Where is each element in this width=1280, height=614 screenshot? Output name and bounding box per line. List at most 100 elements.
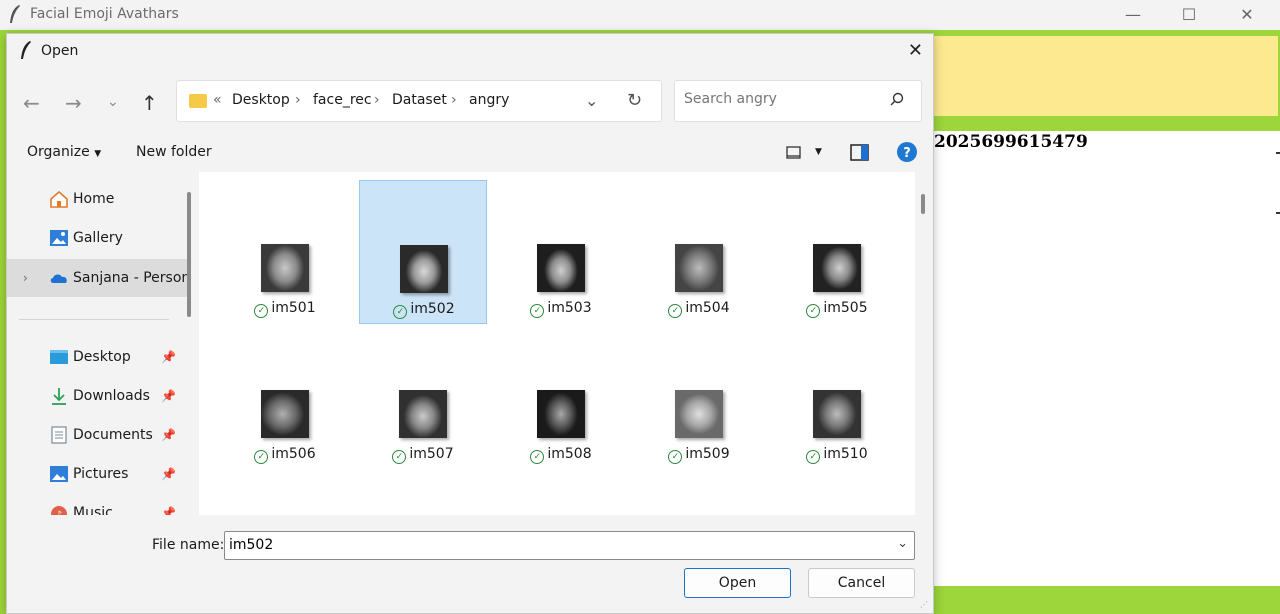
breadcrumb-desktop[interactable]: Desktop [232, 92, 290, 108]
file-list-scrollbar[interactable] [921, 194, 925, 214]
file-list: ✓ im501 ✓ im502 ✓ im503 ✓ im504 ✓ im505 ✓ im50… [199, 172, 915, 515]
file-name: ✓ im508 [497, 446, 625, 464]
new-folder-button[interactable]: New folder [136, 144, 212, 160]
sidebar-item-pictures[interactable]: Pictures 📌 [7, 455, 187, 493]
resize-grip-icon[interactable]: ⋰ [920, 600, 930, 610]
view-dropdown-icon[interactable]: ▼ [815, 147, 822, 157]
download-icon [52, 388, 66, 405]
file-name: ✓ im506 [221, 446, 349, 464]
sync-check-icon: ✓ [668, 304, 683, 318]
home-icon [50, 190, 68, 208]
organize-label: Organize [27, 144, 90, 160]
dialog-close-button[interactable]: ✕ [908, 40, 923, 61]
sidebar-item-label: Sanjana - Person [73, 270, 191, 286]
file-name-text: im507 [409, 446, 454, 462]
image-thumbnail [675, 244, 723, 292]
breadcrumb-dataset[interactable]: Dataset [392, 92, 447, 108]
pin-icon[interactable]: 📌 [161, 467, 176, 481]
toolbar: Organize ▼ New folder ▼ ? [7, 134, 933, 172]
sidebar-scrollbar[interactable] [187, 192, 191, 317]
breadcrumb-separator: › [451, 92, 457, 108]
image-thumbnail [400, 245, 448, 293]
caret-down-icon: ▼ [94, 149, 102, 159]
pin-icon[interactable]: 📌 [161, 428, 176, 442]
file-item[interactable]: ✓ im504 [635, 180, 763, 324]
file-name-input[interactable] [229, 537, 869, 553]
help-icon[interactable]: ? [896, 141, 918, 163]
refresh-icon[interactable]: ↻ [627, 90, 642, 111]
close-button[interactable]: ✕ [1218, 0, 1276, 28]
organize-button[interactable]: Organize ▼ [27, 144, 101, 160]
sidebar-item-music[interactable]: ♪ Music 📌 [7, 494, 187, 515]
forward-arrow-icon[interactable]: → [65, 91, 82, 115]
view-icon[interactable] [785, 145, 803, 161]
up-arrow-icon[interactable]: ↑ [141, 91, 158, 115]
search-box[interactable] [674, 80, 922, 122]
address-bar[interactable]: « Desktop › face_rec › Dataset › angry ⌄… [176, 80, 662, 122]
image-thumbnail [813, 390, 861, 438]
back-arrow-icon[interactable]: ← [23, 91, 40, 115]
sidebar-item-documents[interactable]: Documents 📌 [7, 416, 187, 454]
minimize-button[interactable]: — [1104, 0, 1162, 28]
chevron-down-icon[interactable]: ⌄ [897, 536, 908, 551]
pin-icon[interactable]: 📌 [161, 389, 176, 403]
sidebar-item-label: Desktop [73, 349, 131, 365]
folder-icon [189, 94, 207, 108]
sync-check-icon: ✓ [254, 304, 269, 318]
file-item[interactable]: ✓ im506 [221, 326, 349, 470]
edge-mark [1276, 212, 1280, 214]
file-item[interactable]: ✓ im508 [497, 326, 625, 470]
file-item[interactable]: ✓ im505 [773, 180, 901, 324]
file-name-combobox[interactable]: ⌄ [224, 531, 915, 560]
sync-check-icon: ✓ [254, 450, 269, 464]
preview-pane-icon[interactable] [850, 144, 870, 162]
sidebar-item-desktop[interactable]: Desktop 📌 [7, 338, 187, 376]
file-name: ✓ im505 [773, 300, 901, 318]
pin-icon[interactable]: 📌 [161, 350, 176, 364]
sidebar-item-label: Gallery [73, 230, 123, 246]
image-thumbnail [261, 390, 309, 438]
image-thumbnail [537, 244, 585, 292]
sync-check-icon: ✓ [530, 450, 545, 464]
open-button[interactable]: Open [684, 568, 791, 598]
file-item[interactable]: ✓ im503 [497, 180, 625, 324]
sidebar-item-onedrive[interactable]: › Sanjana - Person [7, 259, 191, 297]
file-item[interactable]: ✓ im501 [221, 180, 349, 324]
image-thumbnail [261, 244, 309, 292]
file-item[interactable]: ✓ im509 [635, 326, 763, 470]
file-item[interactable]: ✓ im510 [773, 326, 901, 470]
sidebar-item-downloads[interactable]: Downloads 📌 [7, 377, 187, 415]
file-name-text: im506 [271, 446, 316, 462]
search-icon[interactable] [889, 91, 905, 107]
app-output-panel [932, 131, 1280, 586]
address-dropdown-icon[interactable]: ⌄ [585, 91, 598, 110]
onedrive-icon [50, 274, 67, 283]
maximize-button[interactable]: ☐ [1160, 0, 1218, 28]
address-overflow[interactable]: « [213, 92, 222, 108]
expand-chevron-icon[interactable]: › [23, 271, 28, 285]
file-item[interactable]: ✓ im507 [359, 326, 487, 470]
breadcrumb-face-rec[interactable]: face_rec [313, 92, 372, 108]
pin-icon[interactable]: 📌 [161, 506, 176, 515]
file-name-label: File name: [152, 537, 225, 553]
navigation-pane: Home Gallery › Sanjana - Person Desktop … [7, 172, 197, 515]
file-name-text: im505 [823, 300, 868, 316]
search-input[interactable] [684, 91, 874, 107]
file-item[interactable]: ✓ im502 [359, 180, 487, 324]
app-output-text: 2025699615479 [934, 132, 1088, 152]
image-thumbnail [813, 244, 861, 292]
sync-check-icon: ✓ [668, 450, 683, 464]
sidebar-item-label: Pictures [73, 466, 129, 482]
sidebar-item-label: Music [73, 505, 113, 515]
recent-chevron-icon[interactable]: ⌄ [107, 94, 119, 110]
sidebar-item-gallery[interactable]: Gallery [7, 219, 187, 257]
file-name-text: im503 [547, 300, 592, 316]
sidebar-item-label: Home [73, 191, 115, 207]
cancel-button[interactable]: Cancel [808, 568, 915, 598]
breadcrumb-angry[interactable]: angry [469, 92, 509, 108]
sync-check-icon: ✓ [806, 304, 821, 318]
app-yellow-panel [932, 36, 1278, 116]
sidebar-item-home[interactable]: Home [7, 180, 187, 218]
desktop-icon [50, 350, 68, 364]
app-titlebar: Facial Emoji Avathars — ☐ ✕ [0, 0, 1280, 30]
